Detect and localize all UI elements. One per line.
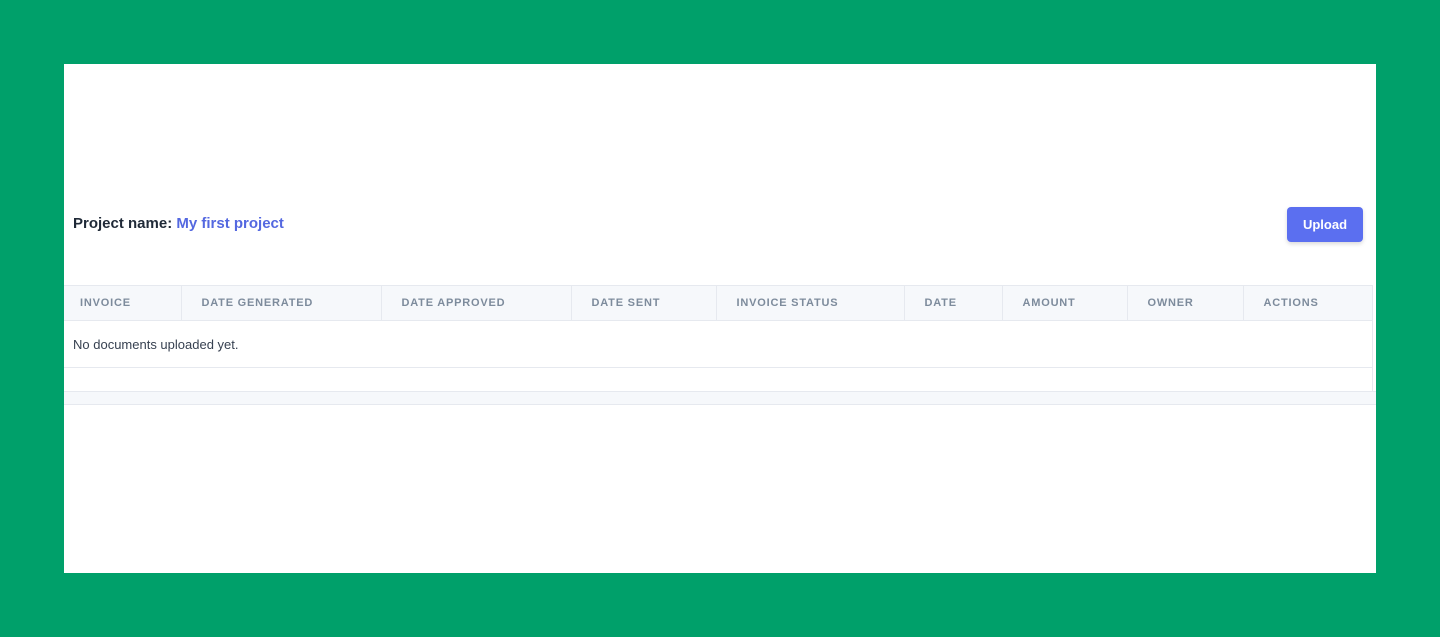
empty-state-message: No documents uploaded yet. bbox=[64, 320, 1372, 368]
table-row: No documents uploaded yet. bbox=[64, 320, 1372, 368]
table-spacer-row bbox=[64, 368, 1372, 392]
column-header-actions: ACTIONS bbox=[1243, 285, 1372, 321]
upload-button[interactable]: Upload bbox=[1287, 207, 1363, 242]
column-header-owner[interactable]: OWNER bbox=[1127, 285, 1244, 321]
column-header-invoice[interactable]: INVOICE bbox=[64, 285, 182, 321]
table-spacer-cell bbox=[64, 368, 1372, 392]
column-header-date-approved[interactable]: DATE APPROVED bbox=[381, 285, 572, 321]
column-header-amount[interactable]: AMOUNT bbox=[1002, 285, 1128, 321]
column-header-date[interactable]: DATE bbox=[904, 285, 1003, 321]
column-header-date-sent[interactable]: DATE SENT bbox=[571, 285, 717, 321]
project-header: Project name: My first project bbox=[73, 215, 284, 232]
project-name-value[interactable]: My first project bbox=[176, 215, 284, 232]
column-header-date-generated[interactable]: DATE GENERATED bbox=[181, 285, 382, 321]
table-footer bbox=[64, 391, 1376, 405]
page-canvas: Project name: My first project Upload IN… bbox=[64, 64, 1376, 573]
column-header-invoice-status[interactable]: INVOICE STATUS bbox=[716, 285, 905, 321]
table-header-row: INVOICE DATE GENERATED DATE APPROVED DAT… bbox=[64, 285, 1372, 321]
project-name-label: Project name: bbox=[73, 215, 173, 232]
invoices-table-container: INVOICE DATE GENERATED DATE APPROVED DAT… bbox=[64, 285, 1373, 391]
invoices-table: INVOICE DATE GENERATED DATE APPROVED DAT… bbox=[64, 285, 1372, 391]
